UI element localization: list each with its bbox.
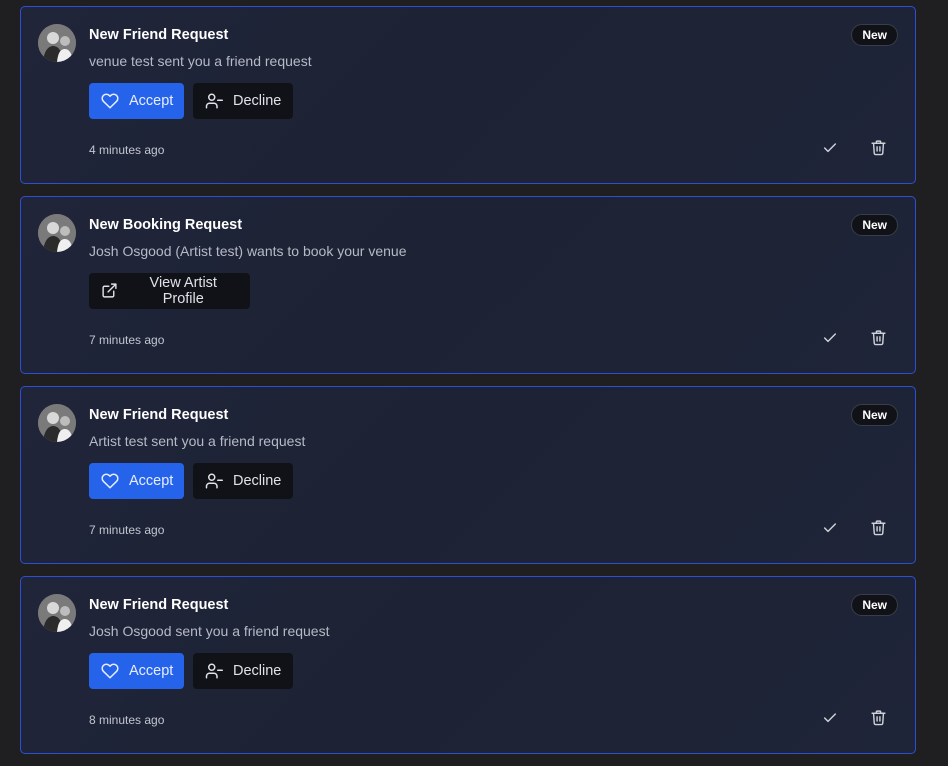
external-link-icon bbox=[101, 282, 119, 300]
notification-card: New Friend Request venue test sent you a… bbox=[20, 6, 916, 184]
notification-message: venue test sent you a friend request bbox=[89, 53, 312, 69]
status-badge: New bbox=[851, 404, 898, 426]
notification-card: New Friend Request Artist test sent you … bbox=[20, 386, 916, 564]
decline-button-label: Decline bbox=[233, 473, 282, 489]
status-badge: New bbox=[851, 214, 898, 236]
notification-actions: Accept Decline bbox=[89, 653, 293, 689]
notification-list: New Friend Request venue test sent you a… bbox=[20, 6, 916, 766]
notification-title: New Friend Request bbox=[89, 407, 229, 423]
accept-button-label: Accept bbox=[129, 93, 174, 109]
check-icon bbox=[822, 710, 838, 731]
trash-icon bbox=[870, 139, 887, 161]
notification-actions: Accept Decline bbox=[89, 463, 293, 499]
trash-icon bbox=[870, 709, 887, 731]
notification-actions: View Artist Profile bbox=[89, 273, 250, 309]
accept-button[interactable]: Accept bbox=[89, 463, 184, 499]
decline-button[interactable]: Decline bbox=[193, 653, 293, 689]
timestamp: 7 minutes ago bbox=[89, 333, 165, 347]
decline-button-label: Decline bbox=[233, 663, 282, 679]
mark-read-button[interactable] bbox=[818, 708, 842, 732]
user-minus-icon bbox=[205, 92, 223, 110]
mark-read-button[interactable] bbox=[818, 138, 842, 162]
notification-title: New Friend Request bbox=[89, 597, 229, 613]
decline-button[interactable]: Decline bbox=[193, 463, 293, 499]
notification-actions: Accept Decline bbox=[89, 83, 293, 119]
notification-title: New Booking Request bbox=[89, 217, 243, 233]
avatar[interactable] bbox=[38, 24, 76, 62]
avatar[interactable] bbox=[38, 214, 76, 252]
user-minus-icon bbox=[205, 662, 223, 680]
view-artist-profile-button[interactable]: View Artist Profile bbox=[89, 273, 250, 309]
timestamp: 4 minutes ago bbox=[89, 143, 165, 157]
delete-button[interactable] bbox=[866, 138, 890, 162]
heart-icon bbox=[101, 472, 119, 490]
avatar[interactable] bbox=[38, 594, 76, 632]
notification-card: New Friend Request Josh Osgood sent you … bbox=[20, 576, 916, 754]
timestamp: 7 minutes ago bbox=[89, 523, 165, 537]
mark-read-button[interactable] bbox=[818, 518, 842, 542]
status-badge: New bbox=[851, 24, 898, 46]
delete-button[interactable] bbox=[866, 518, 890, 542]
notification-message: Josh Osgood sent you a friend request bbox=[89, 623, 330, 639]
accept-button-label: Accept bbox=[129, 473, 174, 489]
notification-message: Artist test sent you a friend request bbox=[89, 433, 306, 449]
delete-button[interactable] bbox=[866, 328, 890, 352]
notification-card: New Booking Request Josh Osgood (Artist … bbox=[20, 196, 916, 374]
check-icon bbox=[822, 140, 838, 161]
mark-read-button[interactable] bbox=[818, 328, 842, 352]
decline-button-label: Decline bbox=[233, 93, 282, 109]
status-badge: New bbox=[851, 594, 898, 616]
accept-button-label: Accept bbox=[129, 663, 174, 679]
accept-button[interactable]: Accept bbox=[89, 83, 184, 119]
trash-icon bbox=[870, 329, 887, 351]
user-minus-icon bbox=[205, 472, 223, 490]
notification-title: New Friend Request bbox=[89, 27, 229, 43]
decline-button[interactable]: Decline bbox=[193, 83, 293, 119]
delete-button[interactable] bbox=[866, 708, 890, 732]
avatar[interactable] bbox=[38, 404, 76, 442]
check-icon bbox=[822, 520, 838, 541]
accept-button[interactable]: Accept bbox=[89, 653, 184, 689]
check-icon bbox=[822, 330, 838, 351]
timestamp: 8 minutes ago bbox=[89, 713, 165, 727]
heart-icon bbox=[101, 662, 119, 680]
trash-icon bbox=[870, 519, 887, 541]
view-artist-profile-label: View Artist Profile bbox=[149, 275, 217, 307]
heart-icon bbox=[101, 92, 119, 110]
notification-message: Josh Osgood (Artist test) wants to book … bbox=[89, 243, 407, 259]
